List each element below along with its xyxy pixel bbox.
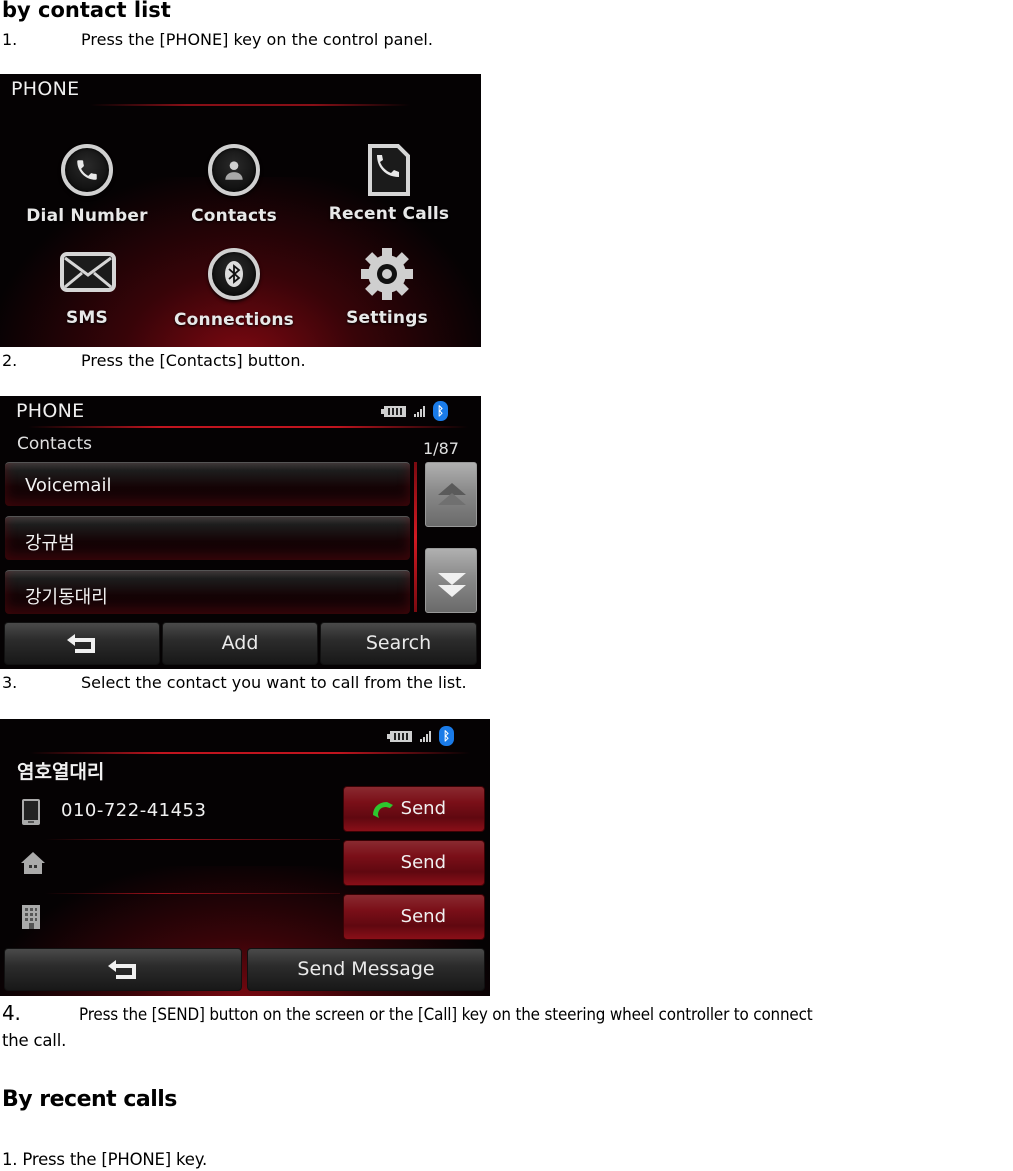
recent-calls-icon [361,142,417,198]
step-2: 2. Press the [Contacts] button. [2,351,306,370]
send-mobile-button[interactable]: Send [343,786,485,832]
office-building-icon [20,904,44,930]
envelope-icon [59,246,116,302]
phone-number: 010-722-41453 [61,800,207,821]
section-title-contact-list: by contact list [2,0,171,22]
bluetooth-icon: ᛒ [439,726,454,746]
bluetooth-icon [208,248,260,300]
send-home-button[interactable]: Send [343,840,485,886]
step-text: Press the [PHONE] key on the control pan… [81,30,433,49]
contacts-screen: PHONE ᛒ Contacts 1/87 Voicemail 강규범 강기동대… [0,396,481,669]
back-arrow-icon [67,633,95,653]
scrollbar[interactable] [414,462,417,612]
battery-icon [381,405,406,417]
call-handset-icon [373,802,393,818]
step-4-continued: the call. [2,1031,67,1050]
back-button[interactable] [4,948,242,991]
phone-menu-screen: PHONE Dial Number Contacts Recent Calls … [0,74,481,347]
step-text: Press the [Contacts] button. [81,351,306,370]
send-label: Send [400,906,446,927]
contact-row[interactable]: 강기동대리 [5,570,410,614]
home-icon [20,850,45,876]
step-4: 4. Press the [SEND] button on the screen … [2,1001,1013,1025]
back-button[interactable] [4,622,160,665]
signal-icon [414,405,425,417]
status-bar: ᛒ [381,401,448,421]
status-bar: ᛒ [387,726,454,746]
send-message-button[interactable]: Send Message [247,948,485,991]
menu-label: Settings [346,308,428,328]
contact-row[interactable]: Voicemail [5,462,410,506]
page-indicator: 1/87 [423,439,459,458]
menu-settings[interactable]: Settings [312,246,462,328]
step-3: 3. Select the contact you want to call fr… [2,673,467,692]
send-label: Send [400,852,446,873]
contact-name: Voicemail [25,475,112,496]
menu-dial-number[interactable]: Dial Number [12,142,162,226]
step-number: 4. [2,1001,21,1025]
step-number: 3. [2,673,18,692]
battery-icon [387,730,412,742]
contact-name: 강규범 [25,533,75,554]
menu-recent-calls[interactable]: Recent Calls [314,142,464,224]
step-number: 2. [2,351,18,370]
menu-connections[interactable]: Connections [159,246,309,330]
mobile-phone-icon [20,798,44,825]
send-label: Send [400,798,446,819]
step-1: 1. Press the [PHONE] key on the control p… [2,30,433,49]
menu-contacts[interactable]: Contacts [159,142,309,226]
double-chevron-down-icon [438,573,466,597]
step-text: Select the contact you want to call from… [81,673,467,692]
menu-label: Contacts [191,206,277,226]
search-button[interactable]: Search [320,622,477,665]
scroll-up-button[interactable] [425,462,477,527]
scroll-down-button[interactable] [425,548,477,613]
signal-icon [420,730,431,742]
contact-name: 염호열대리 [17,761,105,783]
section-title-recent-calls: By recent calls [2,1087,177,1112]
bluetooth-icon: ᛒ [433,401,448,421]
contact-detail-screen: ᛒ 염호열대리 010-722-41453 Send Send Send Sen… [0,719,490,996]
menu-label: Recent Calls [328,204,450,224]
step-number: 1. [2,30,18,49]
contacts-icon [208,144,260,196]
double-chevron-up-icon [438,483,466,505]
menu-sms[interactable]: SMS [12,246,162,328]
back-arrow-icon [108,959,136,979]
menu-label: Dial Number [26,206,148,226]
step-text: Press the [SEND] button on the screen or… [79,1005,813,1024]
menu-label: Connections [173,310,295,330]
contact-row[interactable]: 강규범 [5,516,410,560]
screen-header: PHONE [11,78,80,100]
gear-icon [359,246,415,302]
contacts-subheader: Contacts [17,434,92,454]
contact-name: 강기동대리 [25,587,108,608]
menu-label: SMS [65,308,108,328]
recent-step-1: 1. Press the [PHONE] key. [2,1150,207,1169]
send-office-button[interactable]: Send [343,894,485,940]
screen-header: PHONE [16,400,85,422]
phone-circle-icon [61,144,113,196]
add-button[interactable]: Add [162,622,318,665]
